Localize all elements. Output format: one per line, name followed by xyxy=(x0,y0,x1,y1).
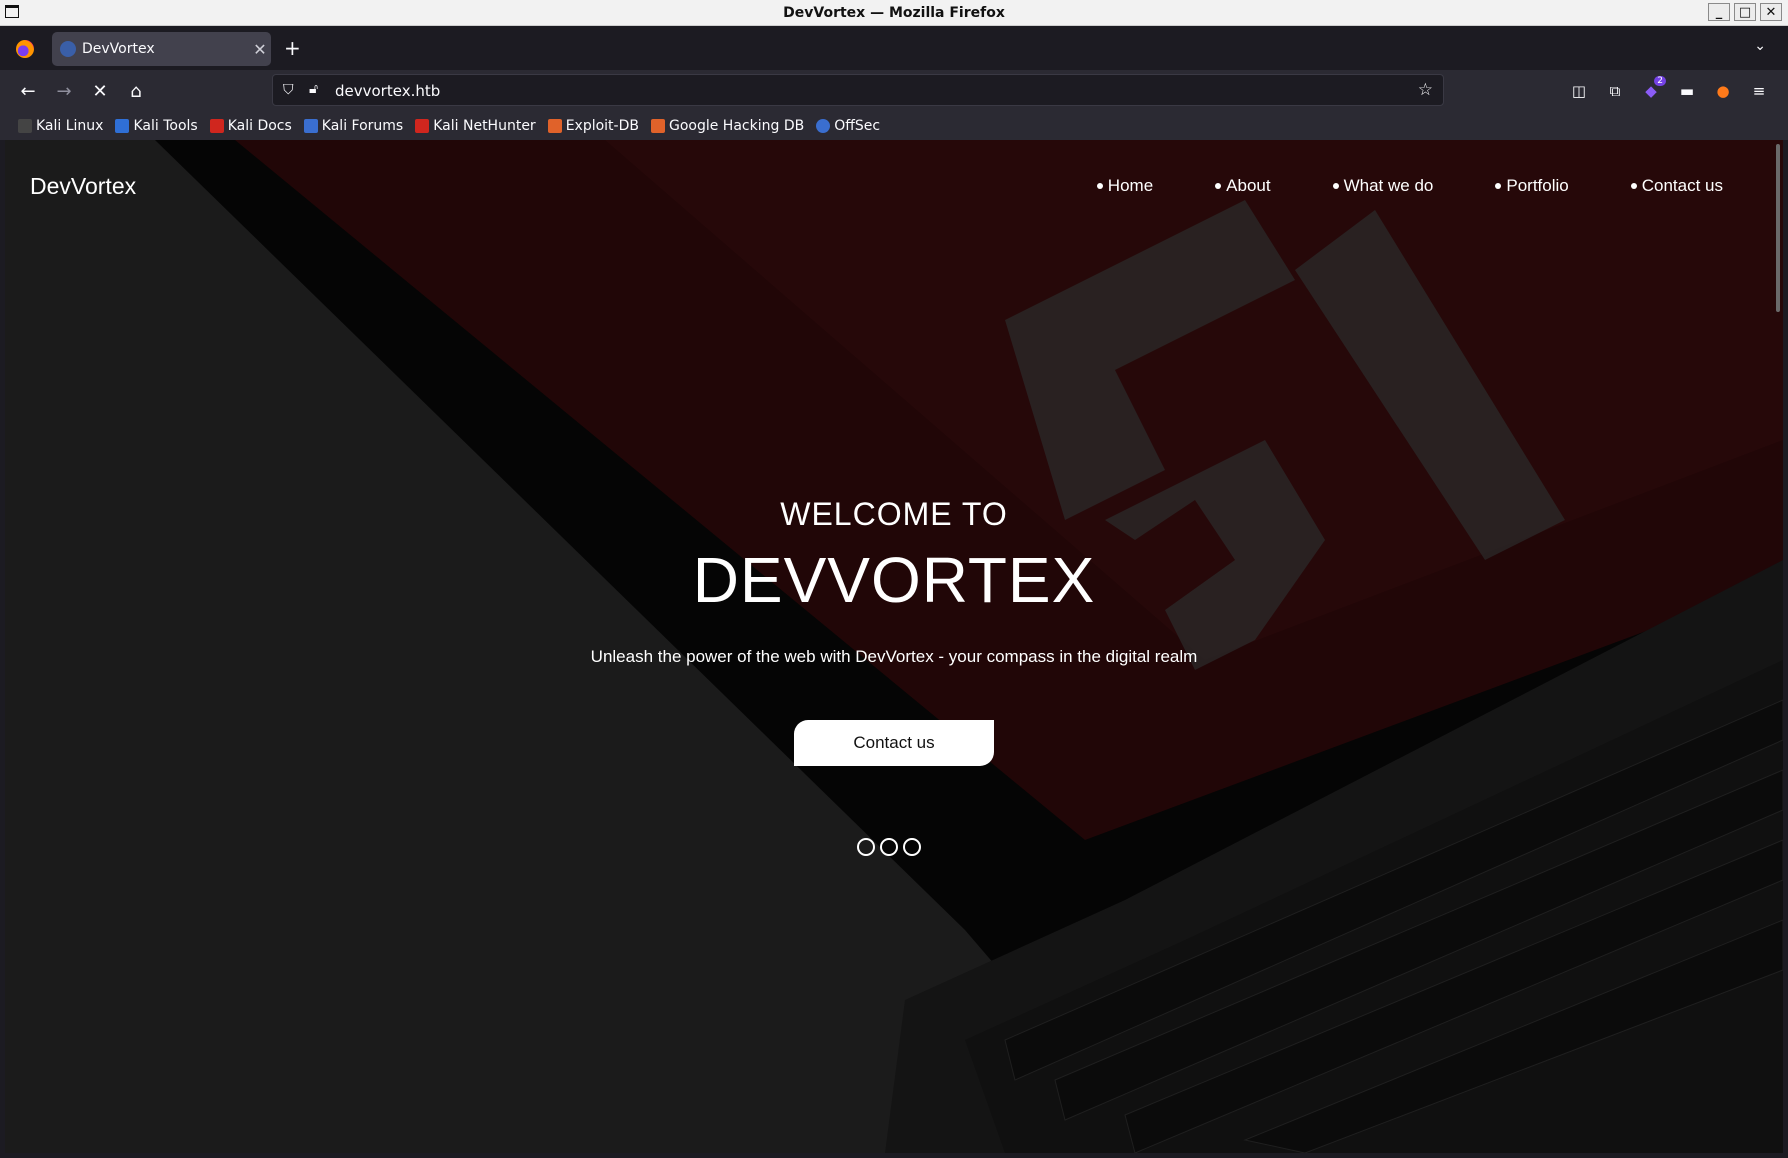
kali-dragon-icon xyxy=(18,119,32,133)
kali-forums-icon xyxy=(303,119,318,133)
hero-subtitle: WELCOME TO xyxy=(780,496,1008,532)
ghdb-icon xyxy=(650,119,665,133)
bookmark-label: Kali Tools xyxy=(133,118,198,134)
kali-tools-icon xyxy=(115,119,130,133)
tracking-protection-shield-icon[interactable]: ⛉ xyxy=(283,82,294,98)
carousel-indicators xyxy=(857,838,921,856)
page-scrollbar[interactable] xyxy=(1776,144,1780,312)
nav-link-what-we-do[interactable]: What we do xyxy=(1332,176,1434,196)
bookmark-label: Kali NetHunter xyxy=(433,118,536,134)
bookmark-kali-forums[interactable]: Kali Forums xyxy=(303,118,404,134)
bookmark-label: OffSec xyxy=(834,118,881,134)
nav-link-label: Contact us xyxy=(1641,176,1723,195)
navigation-toolbar: ← → ✕ ⌂ ⛉ 🔓︎ devvortex.htb ☆ ◫ ⧉ ◆ 2 ▬ ●… xyxy=(0,70,1788,112)
hero-tagline: Unleash the power of the web with DevVor… xyxy=(590,647,1198,666)
list-all-tabs-chevron-icon[interactable]: ⌄ xyxy=(1754,38,1766,54)
tab-bar: DevVortex ✕ + ⌄ xyxy=(0,26,1788,70)
pocket-icon[interactable]: ◫ xyxy=(1568,80,1590,102)
url-text[interactable]: devvortex.htb xyxy=(335,82,440,100)
menu-hamburger-icon[interactable]: ≡ xyxy=(1748,80,1770,102)
bookmark-star-icon[interactable]: ☆ xyxy=(1418,80,1433,100)
hat-extension-icon[interactable]: ▬ xyxy=(1676,80,1698,102)
bookmark-label: Google Hacking DB xyxy=(668,118,805,134)
foxy-extension-icon[interactable]: ● xyxy=(1712,80,1734,102)
bookmark-label: Exploit-DB xyxy=(565,118,639,134)
bookmark-label: Kali Docs xyxy=(227,118,292,134)
url-bar[interactable]: ⛉ 🔓︎ devvortex.htb ☆ xyxy=(272,74,1444,106)
window-title: DevVortex — Mozilla Firefox xyxy=(783,4,1005,21)
bookmark-label: Kali Forums xyxy=(321,118,404,134)
tab-devvortex[interactable]: DevVortex ✕ xyxy=(52,32,271,66)
nethunter-icon xyxy=(415,119,430,133)
bookmark-offsec[interactable]: OffSec xyxy=(816,118,880,134)
nav-link-home[interactable]: Home xyxy=(1096,176,1154,196)
window-controls: _ □ ✕ xyxy=(1708,3,1782,21)
minimize-button[interactable]: _ xyxy=(1708,3,1730,21)
bookmark-google-hacking-db[interactable]: Google Hacking DB xyxy=(650,118,805,134)
site-brand-logo[interactable]: DevVortex xyxy=(30,173,136,200)
carousel-dot-2[interactable] xyxy=(880,838,898,856)
site-navigation: Home About What we do Portfolio Contact … xyxy=(1035,176,1723,196)
bookmark-kali-docs[interactable]: Kali Docs xyxy=(209,118,292,134)
contact-us-button[interactable]: Contact us xyxy=(794,720,994,766)
bullet-icon xyxy=(1630,183,1637,189)
bookmark-kali-linux[interactable]: Kali Linux xyxy=(18,118,103,134)
nav-link-about[interactable]: About xyxy=(1215,176,1271,196)
nav-link-label: Portfolio xyxy=(1506,176,1569,195)
insecure-lock-icon[interactable]: 🔓︎ xyxy=(309,81,318,97)
tab-title: DevVortex xyxy=(82,41,155,57)
bookmark-kali-nethunter[interactable]: Kali NetHunter xyxy=(415,118,536,134)
extension-badge: 2 xyxy=(1654,76,1666,86)
offsec-icon xyxy=(816,119,831,133)
site-favicon-icon xyxy=(60,41,76,57)
bullet-icon xyxy=(1332,183,1339,189)
nav-link-label: About xyxy=(1226,176,1271,195)
kali-docs-icon xyxy=(209,119,224,133)
os-title-bar: DevVortex — Mozilla Firefox _ □ ✕ xyxy=(0,0,1788,26)
carousel-dot-3[interactable] xyxy=(903,838,921,856)
bookmark-label: Kali Linux xyxy=(36,118,104,134)
hero-title: DEVVORTEX xyxy=(692,544,1096,616)
bookmark-kali-tools[interactable]: Kali Tools xyxy=(115,118,198,134)
new-tab-plus-icon[interactable]: + xyxy=(284,38,301,58)
stop-loading-icon[interactable]: ✕ xyxy=(88,79,112,103)
extensions-puzzle-icon[interactable]: ⧉ xyxy=(1604,80,1626,102)
maximize-button[interactable]: □ xyxy=(1734,3,1756,21)
window-icon xyxy=(5,5,19,18)
bookmark-exploit-db[interactable]: Exploit-DB xyxy=(547,118,639,134)
firefox-view-icon[interactable] xyxy=(16,40,34,58)
nav-link-label: Home xyxy=(1107,176,1154,195)
page-viewport: DevVortex Home About What we do Portfoli… xyxy=(5,140,1783,1153)
nav-link-portfolio[interactable]: Portfolio xyxy=(1495,176,1569,196)
bullet-icon xyxy=(1215,183,1222,189)
extension-icon[interactable]: ◆ 2 xyxy=(1640,76,1666,102)
carousel-dot-1[interactable] xyxy=(857,838,875,856)
close-window-button[interactable]: ✕ xyxy=(1760,3,1782,21)
nav-link-label: What we do xyxy=(1343,176,1434,195)
nav-link-contact-us[interactable]: Contact us xyxy=(1630,176,1723,196)
bullet-icon xyxy=(1096,183,1103,189)
forward-arrow-icon[interactable]: → xyxy=(52,79,76,103)
bookmarks-toolbar: Kali Linux Kali Tools Kali Docs Kali For… xyxy=(0,112,1788,140)
bullet-icon xyxy=(1495,183,1502,189)
back-arrow-icon[interactable]: ← xyxy=(16,79,40,103)
tab-close-icon[interactable]: ✕ xyxy=(249,40,271,59)
home-icon[interactable]: ⌂ xyxy=(124,79,148,103)
exploit-db-icon xyxy=(547,119,562,133)
